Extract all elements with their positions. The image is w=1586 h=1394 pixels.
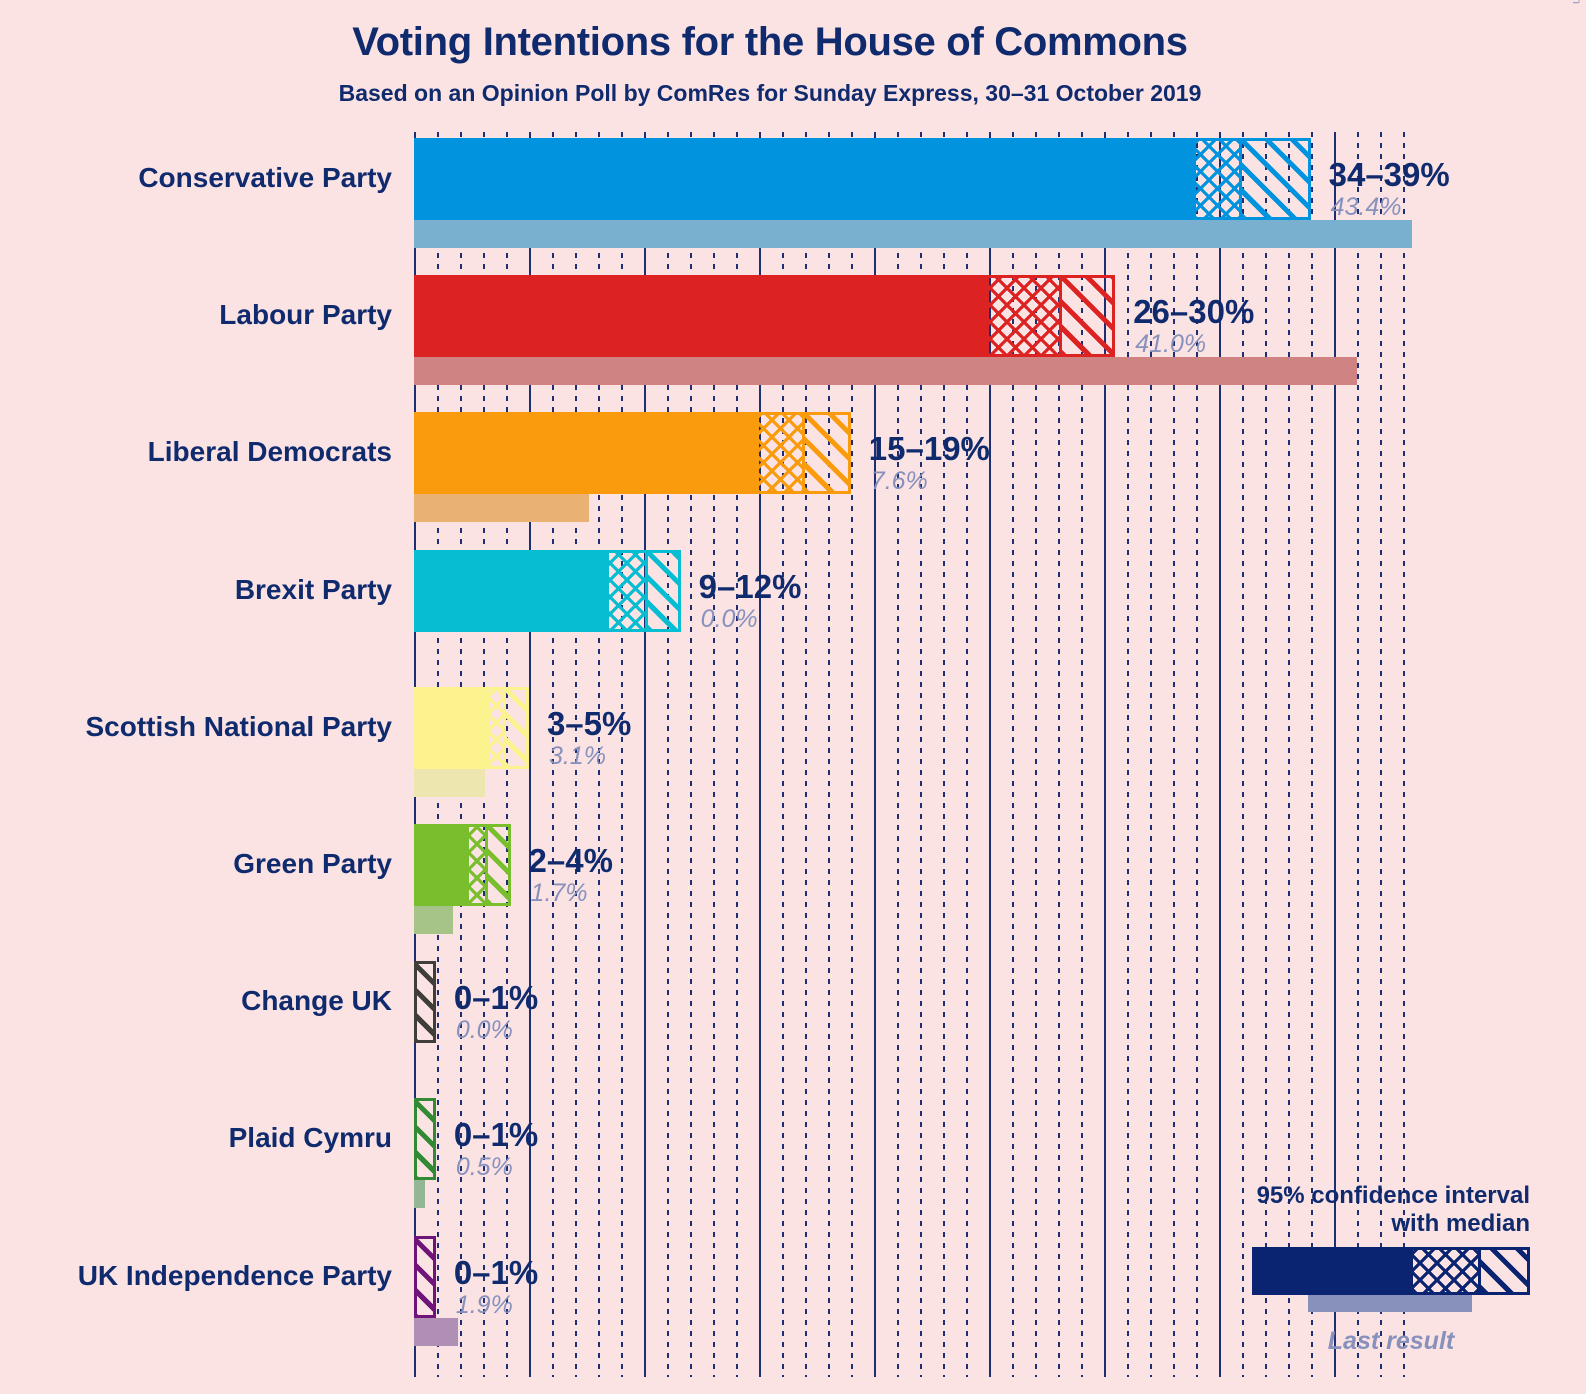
chart-row: Scottish National Party 3–5% 3.1%	[0, 686, 1586, 797]
bar-segment-crosshatch	[1195, 138, 1242, 220]
chart-row: Green Party 2–4% 1.7%	[0, 824, 1586, 934]
bar-segment-diagonal	[1241, 138, 1311, 220]
last-result-label: 1.9%	[455, 1290, 513, 1319]
last-result-bar	[414, 494, 589, 523]
chart-row: Change UK 0–1% 0.0%	[0, 961, 1586, 1071]
legend-last-result-bar	[1308, 1294, 1472, 1312]
party-label: Change UK	[241, 985, 392, 1017]
value-range-label: 26–30%	[1133, 293, 1255, 331]
bar-segment-solid	[414, 824, 470, 906]
bar-segment-solid	[414, 412, 759, 495]
copyright-notice: © 2019 Filip van Laenen	[1570, 0, 1584, 8]
page-title: Voting Intentions for the House of Commo…	[352, 20, 1188, 64]
bar-segment-solid	[414, 686, 490, 769]
confidence-interval-bar	[414, 1098, 436, 1181]
bar-segment-crosshatch	[609, 549, 649, 632]
bar-segment-diagonal	[505, 686, 529, 769]
bar-segment-crosshatch	[489, 686, 506, 769]
confidence-interval-bar	[414, 824, 511, 906]
chart-row: Brexit Party 9–12% 0.0%	[0, 549, 1586, 660]
legend-segment-solid	[1255, 1249, 1413, 1292]
chart-plot-area: Voting Intentions for the House of Commo…	[0, 0, 1586, 1394]
party-label: Green Party	[233, 848, 392, 879]
last-result-label: 43.4%	[1330, 193, 1402, 221]
last-result-bar	[414, 1317, 458, 1346]
legend-caption-line1: 95% confidence interval	[1256, 1182, 1530, 1209]
bar-segment-diagonal	[414, 1235, 436, 1318]
last-result-label: 0.5%	[455, 1153, 513, 1182]
bar-segment-diagonal	[487, 824, 511, 906]
legend-segment-crosshatch	[1412, 1249, 1481, 1292]
confidence-interval-bar	[414, 138, 1311, 220]
party-label: Brexit Party	[234, 573, 392, 605]
bar-segment-crosshatch	[988, 275, 1063, 358]
legend-caption-line2: with median	[1391, 1210, 1530, 1238]
bar-segment-diagonal	[414, 961, 436, 1044]
last-result-bar	[414, 1180, 426, 1209]
legend-confidence-bar	[1252, 1246, 1530, 1295]
bar-segment-diagonal	[804, 412, 851, 495]
value-range-label: 15–19%	[868, 430, 990, 468]
party-label: Liberal Democrats	[147, 436, 392, 468]
bar-segment-diagonal	[1062, 275, 1116, 358]
value-range-label: 34–39%	[1328, 156, 1450, 193]
last-result-label: 7.6%	[870, 467, 928, 496]
chart-subtitle: Based on an Opinion Poll by ComRes for S…	[338, 80, 1202, 106]
bar-segment-crosshatch	[469, 824, 488, 906]
bar-segment-solid	[414, 549, 610, 632]
legend-segment-diagonal	[1480, 1249, 1527, 1292]
bar-segment-crosshatch	[758, 412, 805, 495]
last-result-label: 1.7%	[530, 879, 588, 907]
bar-segment-diagonal	[648, 549, 681, 632]
legend-last-result-label: Last result	[1327, 1326, 1455, 1355]
party-label: Scottish National Party	[85, 710, 392, 742]
last-result-bar	[414, 768, 486, 797]
last-result-label: 0.0%	[700, 604, 758, 633]
legend-caption: 95% confidence interval with median	[1030, 1182, 1530, 1239]
last-result-bar	[414, 906, 454, 934]
bar-segment-diagonal	[414, 1098, 436, 1181]
chart-row: Liberal Democrats 15–19% 7.6%	[0, 412, 1586, 523]
value-range-label: 0–1%	[453, 1116, 539, 1154]
value-range-label: 9–12%	[698, 567, 802, 605]
bar-segment-solid	[414, 138, 1196, 220]
last-result-label: 41.0%	[1135, 330, 1207, 359]
last-result-label: 0.0%	[455, 1016, 513, 1045]
chart-row: Labour Party 26–30% 41.0%	[0, 275, 1586, 386]
confidence-interval-bar	[414, 1235, 436, 1318]
last-result-bar	[414, 220, 1412, 248]
party-label: Conservative Party	[138, 162, 392, 193]
bar-segment-solid	[414, 275, 989, 358]
value-range-label: 0–1%	[453, 979, 539, 1017]
confidence-interval-bar	[414, 275, 1116, 358]
value-range-label: 3–5%	[546, 704, 632, 742]
confidence-interval-bar	[414, 549, 681, 632]
confidence-interval-bar	[414, 686, 529, 769]
confidence-interval-bar	[414, 412, 851, 495]
legend: 95% confidence interval with median Last…	[1030, 1182, 1530, 1356]
value-range-label: 2–4%	[528, 842, 613, 879]
party-label: UK Independence Party	[77, 1259, 392, 1291]
last-result-bar	[414, 357, 1357, 386]
value-range-label: 0–1%	[453, 1253, 539, 1291]
confidence-interval-bar	[414, 961, 436, 1044]
party-label: Plaid Cymru	[228, 1122, 392, 1154]
party-label: Labour Party	[219, 299, 392, 331]
last-result-label: 3.1%	[548, 741, 606, 770]
legend-swatches	[1030, 1246, 1530, 1325]
chart-row: Conservative Party 34–39% 43.4%	[0, 138, 1586, 248]
